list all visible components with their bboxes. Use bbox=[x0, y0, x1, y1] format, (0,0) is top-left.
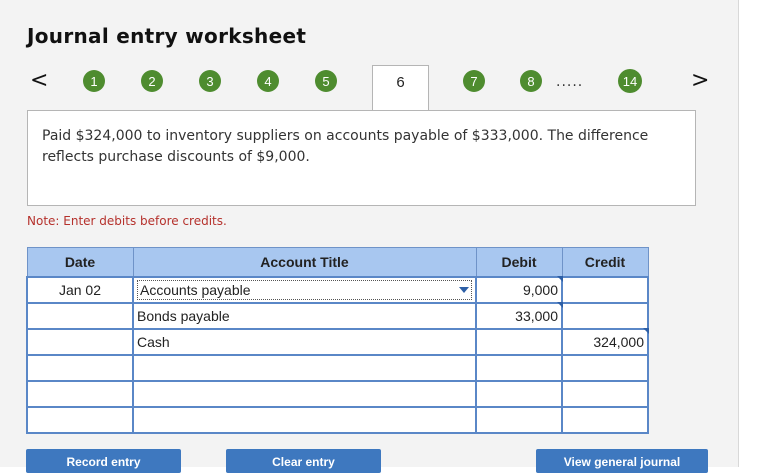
step-6-tab-active[interactable]: 6 bbox=[372, 65, 429, 110]
step-1-button[interactable]: 1 bbox=[83, 70, 105, 92]
table-row: Cash 324,000 bbox=[26, 328, 649, 356]
debit-input[interactable] bbox=[475, 354, 563, 382]
step-14-button[interactable]: 14 bbox=[618, 69, 642, 93]
credit-input[interactable]: 324,000 bbox=[561, 328, 649, 356]
date-cell[interactable] bbox=[26, 406, 134, 434]
account-select[interactable] bbox=[132, 354, 477, 382]
prev-arrow-icon[interactable]: < bbox=[30, 70, 48, 92]
note-text: Note: Enter debits before credits. bbox=[27, 214, 227, 228]
account-select[interactable]: Accounts payable bbox=[132, 276, 477, 304]
debit-input[interactable]: 33,000 bbox=[475, 302, 563, 330]
step-3-button[interactable]: 3 bbox=[199, 70, 221, 92]
debit-header: Debit bbox=[475, 247, 563, 278]
table-row: Jan 02 Accounts payable 9,000 bbox=[26, 276, 649, 304]
account-select[interactable] bbox=[132, 406, 477, 434]
table-row: Bonds payable 33,000 bbox=[26, 302, 649, 330]
credit-input[interactable] bbox=[561, 406, 649, 434]
credit-input[interactable] bbox=[561, 302, 649, 330]
next-arrow-icon[interactable]: > bbox=[691, 70, 709, 92]
page-title: Journal entry worksheet bbox=[27, 24, 307, 48]
account-select[interactable]: Cash bbox=[132, 328, 477, 356]
step-4-button[interactable]: 4 bbox=[257, 70, 279, 92]
step-8-button[interactable]: 8 bbox=[520, 70, 542, 92]
worksheet-panel: Journal entry worksheet < 1 2 3 4 5 6 7 … bbox=[0, 0, 739, 473]
credit-input[interactable] bbox=[561, 380, 649, 408]
table-header-row: Date Account Title Debit Credit bbox=[26, 247, 649, 278]
table-row bbox=[26, 354, 649, 382]
journal-table: Date Account Title Debit Credit Jan 02 A… bbox=[26, 247, 649, 434]
record-entry-button[interactable]: Record entry bbox=[26, 449, 181, 473]
steps-ellipsis: ..... bbox=[556, 74, 584, 90]
cell-flag-icon bbox=[643, 328, 649, 334]
step-2-button[interactable]: 2 bbox=[141, 70, 163, 92]
account-select[interactable]: Bonds payable bbox=[132, 302, 477, 330]
clear-entry-button[interactable]: Clear entry bbox=[226, 449, 381, 473]
date-cell[interactable] bbox=[26, 380, 134, 408]
step-7-button[interactable]: 7 bbox=[463, 70, 485, 92]
debit-input[interactable] bbox=[475, 406, 563, 434]
table-row bbox=[26, 406, 649, 434]
transaction-description: Paid $324,000 to inventory suppliers on … bbox=[27, 110, 696, 206]
account-select[interactable] bbox=[132, 380, 477, 408]
credit-input[interactable] bbox=[561, 276, 649, 304]
account-value: Accounts payable bbox=[140, 282, 251, 298]
debit-input[interactable] bbox=[475, 380, 563, 408]
credit-input[interactable] bbox=[561, 354, 649, 382]
date-cell[interactable] bbox=[26, 354, 134, 382]
dropdown-caret-icon[interactable] bbox=[459, 287, 469, 293]
date-header: Date bbox=[26, 247, 134, 278]
date-cell[interactable] bbox=[26, 328, 134, 356]
date-cell[interactable] bbox=[26, 302, 134, 330]
debit-input[interactable]: 9,000 bbox=[475, 276, 563, 304]
table-row bbox=[26, 380, 649, 408]
date-cell[interactable]: Jan 02 bbox=[26, 276, 134, 304]
account-title-header: Account Title bbox=[132, 247, 477, 278]
step-5-button[interactable]: 5 bbox=[315, 70, 337, 92]
debit-input[interactable] bbox=[475, 328, 563, 356]
view-general-journal-button[interactable]: View general journal bbox=[536, 449, 708, 473]
credit-header: Credit bbox=[561, 247, 649, 278]
